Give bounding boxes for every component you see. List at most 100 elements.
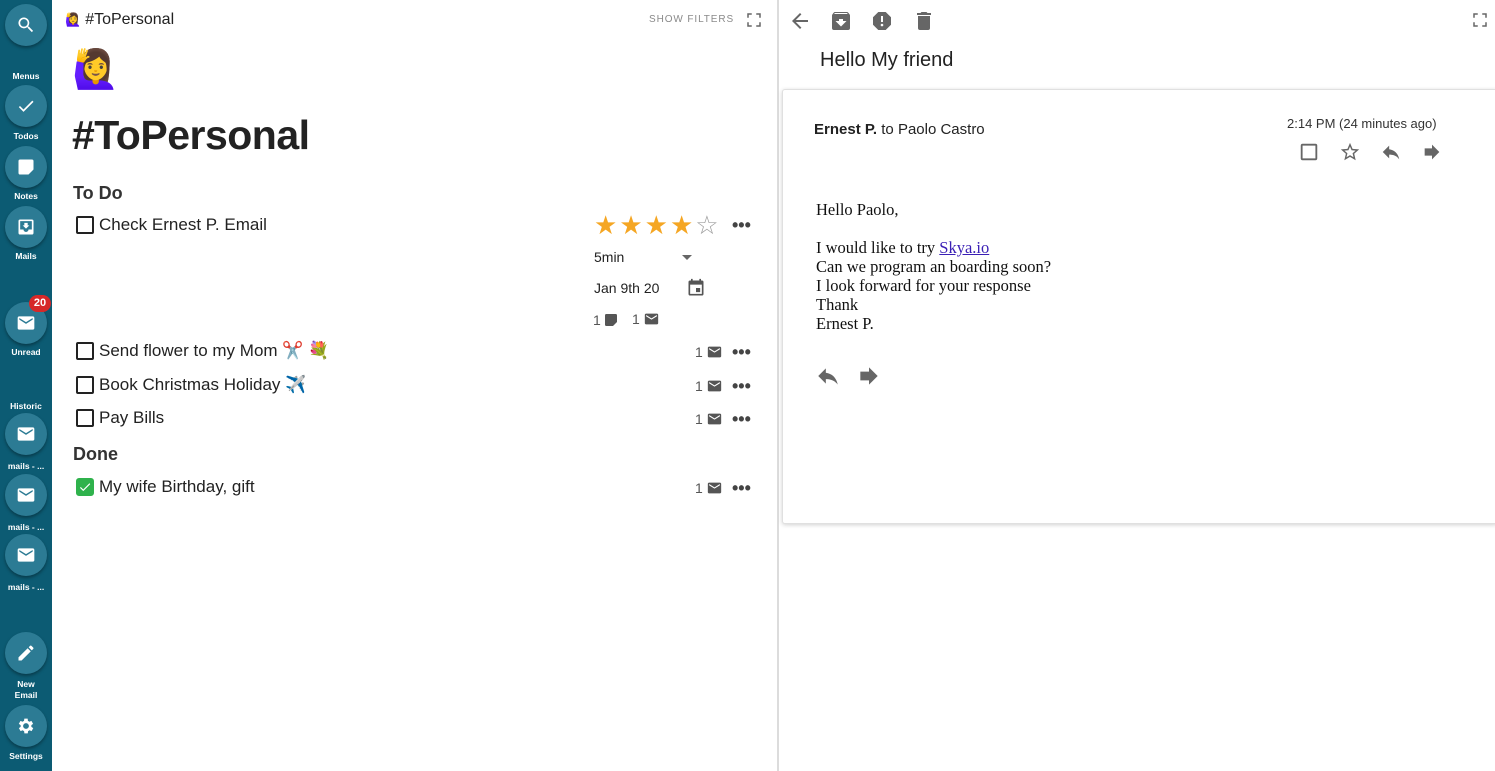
star-icon[interactable]: ★ [594,211,617,239]
linked-mails-count[interactable]: 1 [695,378,725,394]
mail-subject: Hello My friend [820,49,954,71]
archive-icon[interactable] [829,9,853,33]
search-icon [18,17,34,33]
task-title[interactable]: My wife Birthday, gift [99,477,255,497]
mail-icon [707,380,721,392]
historic-item-1-label: mails - ... [7,461,45,471]
star-outline-icon[interactable]: ☆ [695,211,718,239]
select-checkbox-icon[interactable] [1298,141,1322,165]
new-email-label-line2: Email [14,690,38,700]
task-row: Book Christmas Holiday ✈️ [72,372,752,402]
chevron-down-icon[interactable] [682,255,692,260]
linked-mails-count[interactable]: 1 [695,411,725,427]
task-row: Send flower to my Mom ✂️ 💐 [72,338,752,368]
star-icon[interactable] [1339,141,1363,165]
task-more-button[interactable]: ••• [732,342,751,363]
report-spam-icon[interactable] [870,9,894,33]
fullscreen-icon[interactable] [1471,11,1489,29]
task-title[interactable]: Check Ernest P. Email [99,215,267,235]
task-checkbox-checked[interactable] [76,478,94,496]
task-checkbox[interactable] [76,409,94,427]
historic-item-2-label: mails - ... [7,522,45,532]
calendar-icon[interactable] [686,278,706,298]
task-row: Pay Bills [72,405,752,435]
mail-count-value: 1 [695,480,703,496]
skya-link[interactable]: Skya.io [939,238,989,257]
due-date-field[interactable]: Jan 9th 20 [594,280,659,296]
check-icon [18,100,34,112]
check-icon [79,483,91,492]
reply-icon[interactable] [1380,141,1404,165]
note-icon [18,159,34,175]
historic-item-3-label: mails - ... [7,582,45,592]
task-more-button[interactable]: ••• [732,478,751,499]
mails-label: Mails [15,251,37,261]
task-checkbox[interactable] [76,342,94,360]
unread-count-badge: 20 [29,295,51,312]
note-icon [604,314,617,326]
task-title[interactable]: Pay Bills [99,408,164,428]
task-checkbox[interactable] [76,216,94,234]
historic-item-2-button[interactable] [5,474,47,516]
star-icon[interactable]: ★ [645,211,668,239]
task-checkbox[interactable] [76,376,94,394]
new-email-button[interactable] [5,632,47,674]
new-email-label-line1: New [17,679,35,689]
trash-icon[interactable] [912,9,936,33]
settings-button[interactable] [5,705,47,747]
mail-icon [17,548,35,562]
todo-section-title: To Do [73,183,123,203]
mail-count-value: 1 [695,411,703,427]
menus-label: Menus [12,71,40,81]
unread-label: Unread [11,347,41,357]
mail-greeting: Hello Paolo, [816,200,899,219]
mail-count-value: 1 [695,344,703,360]
historic-item-3-button[interactable] [5,534,47,576]
task-more-button[interactable]: ••• [732,376,751,397]
reply-icon[interactable] [815,363,843,389]
star-icon[interactable]: ★ [619,211,642,239]
back-arrow-icon[interactable] [788,9,812,33]
forward-icon[interactable] [856,363,884,389]
historic-item-1-button[interactable] [5,413,47,455]
list-header-emoji: 🙋‍♀️ [65,12,82,27]
todos-label: Todos [13,131,39,141]
search-button[interactable] [5,4,47,46]
mail-line-text: I would like to try [816,238,940,257]
linked-mails-count[interactable]: 1 [632,311,662,327]
fullscreen-icon[interactable] [745,11,763,29]
recipient-text: to Paolo Castro [881,121,985,138]
linked-mails-count[interactable]: 1 [695,344,725,360]
task-more-button[interactable]: ••• [732,409,751,430]
linked-notes-count[interactable]: 1 [593,312,620,328]
task-title[interactable]: Send flower to my Mom ✂️ 💐 [99,341,329,361]
notes-button[interactable] [5,146,47,188]
todos-button[interactable] [5,85,47,127]
sender-name[interactable]: Ernest P. [814,121,877,138]
mail-line: Thank [816,295,859,314]
task-rating[interactable]: ★ ★ ★ ★ ☆ [594,211,719,239]
inbox-icon [18,219,34,235]
mail-icon [644,313,658,325]
list-emoji: 🙋‍♀️ [72,49,120,91]
linked-mails-count[interactable]: 1 [695,480,725,496]
done-section-title: Done [73,444,118,464]
star-icon[interactable]: ★ [670,211,693,239]
task-more-button[interactable]: ••• [732,215,751,236]
forward-icon[interactable] [1421,141,1445,165]
task-title[interactable]: Book Christmas Holiday ✈️ [99,375,306,395]
mails-button[interactable] [5,206,47,248]
mail-icon [707,413,721,425]
task-row: My wife Birthday, gift [72,474,752,504]
mail-pane: Hello My friend Ernest P. to Paolo Castr… [779,0,1495,771]
mail-icon [707,346,721,358]
show-filters-button[interactable]: SHOW FILTERS [649,14,734,25]
list-header: 🙋‍♀️ #ToPersonal [65,11,174,29]
mail-card: Ernest P. to Paolo Castro 2:14 PM (24 mi… [782,89,1495,524]
notes-label: Notes [14,191,38,201]
mail-line: I look forward for your response [816,276,1031,295]
gear-icon [18,718,34,734]
settings-label: Settings [9,751,43,761]
duration-select[interactable]: 5min [594,249,694,265]
mail-body: Hello Paolo, I would like to try Skya.io… [816,200,1316,333]
